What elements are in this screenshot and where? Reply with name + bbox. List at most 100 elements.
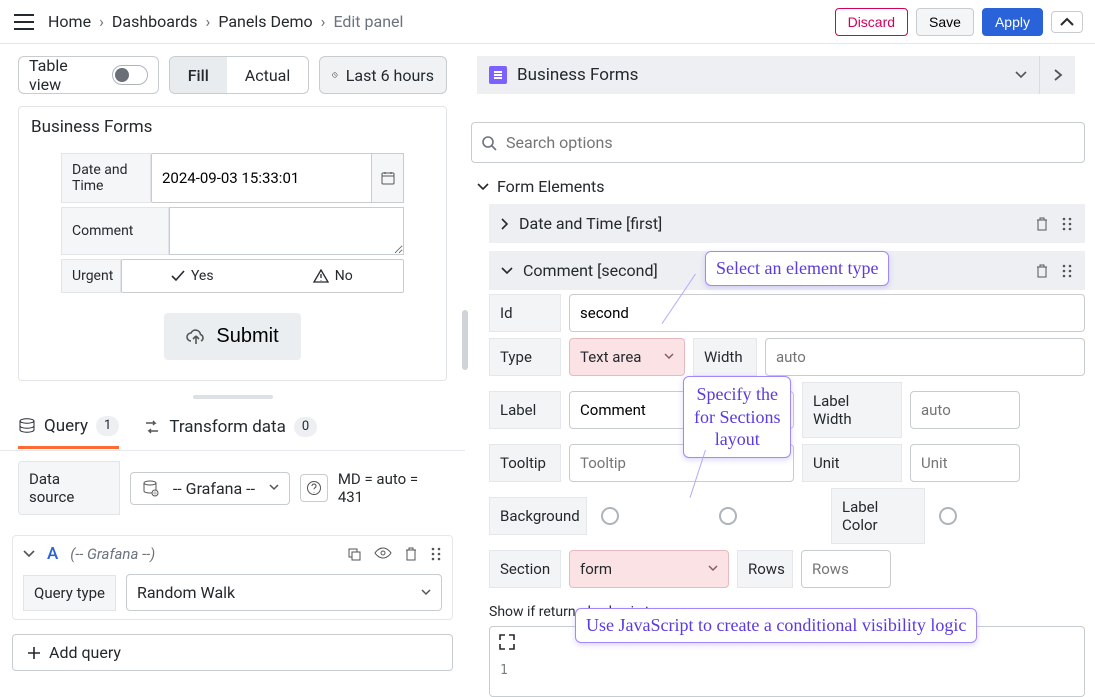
chevron-right-icon: › — [99, 12, 104, 31]
callout-line2: for Sections — [694, 406, 780, 429]
chevron-right-icon: › — [321, 12, 326, 31]
width-text: Width — [704, 348, 743, 366]
query-letter[interactable]: A — [47, 544, 58, 564]
tab-query[interactable]: Query 1 — [18, 406, 119, 449]
vertical-resize-handle[interactable] — [462, 310, 470, 410]
callout-line3: layout — [694, 428, 780, 451]
background-radio[interactable] — [601, 507, 619, 525]
time-range-button[interactable]: Last 6 hours — [319, 56, 447, 94]
expand-sidebar-button[interactable] — [1039, 56, 1075, 94]
query-count-badge: 1 — [96, 416, 119, 436]
element-first[interactable]: Date and Time [first] — [489, 204, 1085, 243]
yes-label: Yes — [191, 268, 214, 284]
prop-section-select[interactable]: form — [569, 550, 729, 588]
check-icon — [171, 270, 185, 282]
transform-count-badge: 0 — [294, 417, 317, 437]
eye-icon[interactable] — [374, 546, 392, 562]
add-query-button[interactable]: Add query — [12, 634, 453, 671]
question-icon — [306, 480, 322, 496]
chevron-right-icon — [501, 218, 509, 230]
tab-transform[interactable]: Transform data 0 — [143, 407, 317, 447]
search-icon — [481, 135, 497, 151]
warning-icon — [313, 269, 329, 283]
transform-icon — [143, 419, 161, 435]
calendar-icon[interactable] — [372, 153, 404, 203]
info-button[interactable] — [300, 474, 328, 502]
chevron-right-icon: › — [206, 12, 211, 31]
resize-handle[interactable] — [0, 391, 465, 403]
prop-type-value: Text area — [580, 348, 641, 366]
datetime-label: Date and Time — [61, 153, 151, 203]
prop-type-label: Type — [489, 338, 561, 376]
background-radio-2[interactable] — [719, 507, 737, 525]
query-type-value: Random Walk — [137, 583, 235, 602]
duplicate-icon[interactable] — [346, 546, 362, 562]
discard-button[interactable]: Discard — [835, 8, 908, 36]
section-title: Form Elements — [497, 177, 605, 196]
actual-option[interactable]: Actual — [227, 57, 308, 93]
prop-unit-input[interactable] — [910, 444, 1020, 482]
urgent-no-option[interactable]: No — [263, 260, 404, 292]
menu-icon[interactable] — [12, 10, 36, 34]
drag-handle-icon[interactable] — [430, 546, 442, 562]
chevron-down-icon — [477, 183, 489, 191]
comment-label: Comment — [61, 207, 169, 255]
chevron-down-icon[interactable] — [23, 550, 35, 558]
search-input[interactable] — [471, 122, 1085, 163]
toggle-pill[interactable] — [112, 65, 148, 85]
datetime-input[interactable] — [151, 153, 372, 203]
tab-transform-label: Transform data — [169, 417, 286, 437]
trash-icon[interactable] — [1035, 263, 1049, 279]
datasource-select[interactable]: -- Grafana -- — [130, 472, 290, 505]
save-button[interactable]: Save — [916, 8, 974, 36]
prop-type-select[interactable]: Text area — [569, 338, 685, 376]
prop-width-label: Width — [693, 338, 757, 376]
drag-handle-icon[interactable] — [1061, 263, 1073, 279]
urgent-label: Urgent — [61, 259, 121, 293]
table-view-toggle[interactable]: Table view — [18, 56, 159, 94]
tab-query-label: Query — [44, 416, 88, 436]
prop-section-value: form — [580, 560, 612, 578]
viz-picker-button[interactable]: Business Forms — [477, 65, 1039, 85]
query-type-label: Query type — [23, 575, 116, 611]
fill-option[interactable]: Fill — [170, 57, 227, 93]
trash-icon[interactable] — [404, 546, 418, 562]
trash-icon[interactable] — [1035, 216, 1049, 232]
viz-picker: Business Forms — [477, 56, 1075, 94]
chevron-down-icon — [501, 267, 513, 275]
prop-labelwidth-label: Label Width — [802, 382, 902, 438]
prop-rows-input[interactable] — [801, 550, 891, 588]
chevron-down-icon — [664, 353, 674, 361]
md-text: MD = auto = 431 — [338, 470, 447, 506]
prop-id-input[interactable] — [569, 294, 1085, 332]
panel-preview: Business Forms Date and Time Comment — [18, 106, 447, 381]
plus-icon — [27, 646, 41, 660]
breadcrumb-home[interactable]: Home — [48, 12, 91, 31]
expand-icon[interactable] — [498, 633, 516, 651]
query-ds-note: (-- Grafana --) — [70, 545, 155, 563]
chevron-down-icon — [269, 484, 279, 492]
breadcrumb-dashboards[interactable]: Dashboards — [112, 12, 198, 31]
breadcrumb-edit-panel: Edit panel — [333, 12, 403, 31]
comment-textarea[interactable] — [169, 207, 404, 255]
apply-button[interactable]: Apply — [982, 8, 1043, 36]
submit-button[interactable]: Submit — [164, 313, 300, 360]
collapse-icon[interactable] — [1051, 11, 1083, 33]
no-label: No — [335, 268, 353, 284]
panel-title: Business Forms — [31, 117, 434, 137]
prop-width-input[interactable] — [765, 338, 1085, 376]
prop-tooltip-label: Tooltip — [489, 444, 561, 482]
breadcrumb-panels-demo[interactable]: Panels Demo — [218, 12, 312, 31]
chevron-down-icon — [708, 565, 718, 573]
urgent-radio-group: Yes No — [121, 259, 404, 293]
urgent-yes-option[interactable]: Yes — [122, 260, 263, 292]
query-type-select[interactable]: Random Walk — [126, 574, 442, 611]
prop-label-label: Label — [489, 391, 561, 429]
line-number: 1 — [500, 663, 508, 678]
drag-handle-icon[interactable] — [1061, 216, 1073, 232]
prop-labelwidth-input[interactable] — [910, 391, 1020, 429]
table-view-label: Table view — [29, 56, 104, 94]
clock-icon — [332, 67, 338, 83]
labelcolor-radio[interactable] — [939, 507, 957, 525]
section-form-elements[interactable]: Form Elements — [471, 173, 1095, 200]
